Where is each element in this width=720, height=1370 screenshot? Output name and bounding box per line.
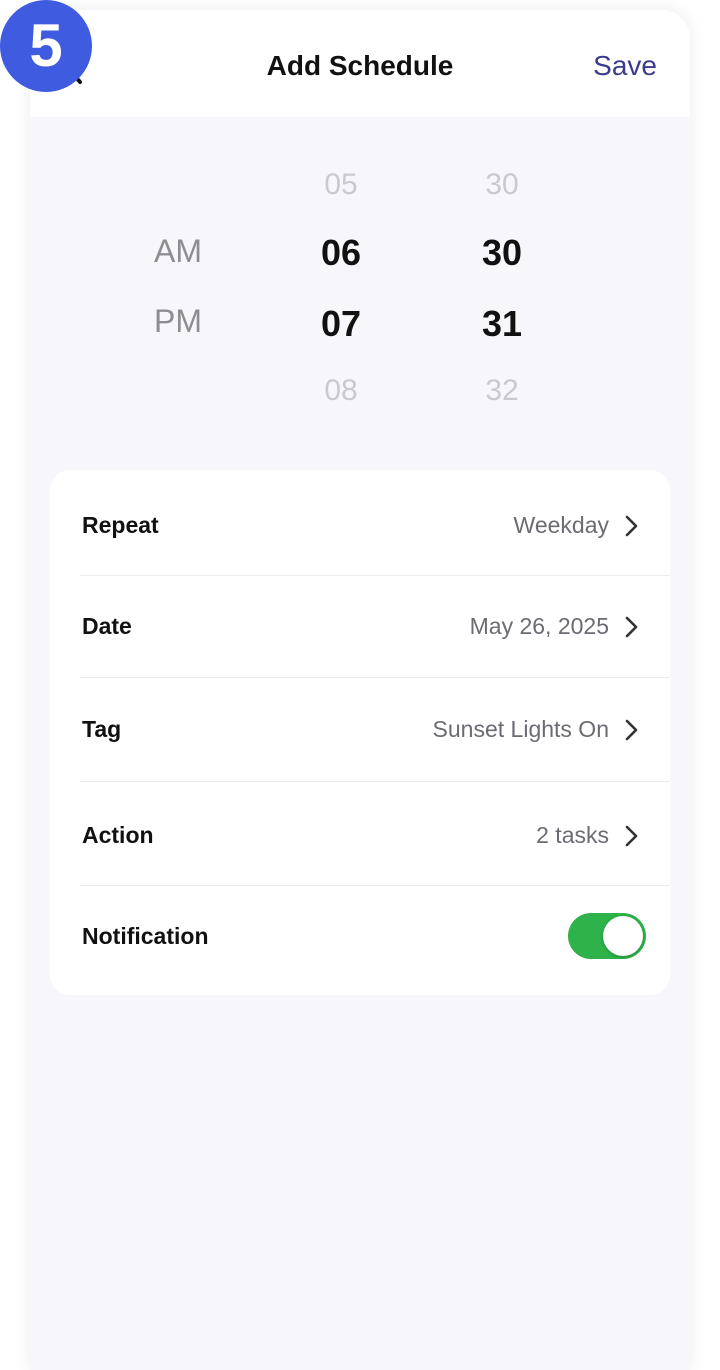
action-label: Action [82,822,154,848]
page-title: Add Schedule [266,50,454,81]
picker-minute-selected[interactable]: 30 [432,232,572,274]
tag-value: Sunset Lights On [432,716,609,742]
time-picker[interactable]: AM PM 05 06 07 08 30 30 31 32 [30,140,690,440]
date-row[interactable]: Date May 26, 2025 [50,576,670,677]
chevron-right-icon [625,825,638,847]
notification-row: Notification [50,886,670,995]
picker-option-pm[interactable]: PM [108,303,248,340]
chevron-right-icon [625,719,638,741]
notification-toggle[interactable] [568,913,646,959]
toggle-knob [603,916,643,956]
picker-hour-above[interactable]: 05 [271,168,411,202]
picker-hour-below[interactable]: 08 [271,374,411,408]
settings-card: Repeat Weekday Date May 26, 2025 Tag Sun… [50,470,670,995]
step-number-badge: 5 [0,0,92,92]
date-label: Date [82,613,132,639]
action-value: 2 tasks [536,822,609,848]
picker-option-am[interactable]: AM [108,233,248,270]
repeat-row[interactable]: Repeat Weekday [50,470,670,575]
picker-hour-next[interactable]: 07 [271,303,411,345]
date-value: May 26, 2025 [469,613,609,639]
tag-label: Tag [82,716,122,742]
save-button[interactable]: Save [593,50,657,82]
chevron-right-icon [625,616,638,638]
picker-hour-selected[interactable]: 06 [271,232,411,274]
picker-minute-next[interactable]: 31 [432,303,572,345]
tag-row[interactable]: Tag Sunset Lights On [50,678,670,781]
notification-label: Notification [82,923,209,949]
repeat-label: Repeat [82,512,159,538]
repeat-value: Weekday [513,512,609,538]
screen: Add Schedule Save AM PM 05 06 07 08 30 3… [30,10,690,1370]
picker-minute-above[interactable]: 30 [432,168,572,202]
chevron-right-icon [625,515,638,537]
nav-header: Add Schedule Save [30,10,690,117]
picker-minute-below[interactable]: 32 [432,374,572,408]
action-row[interactable]: Action 2 tasks [50,782,670,885]
